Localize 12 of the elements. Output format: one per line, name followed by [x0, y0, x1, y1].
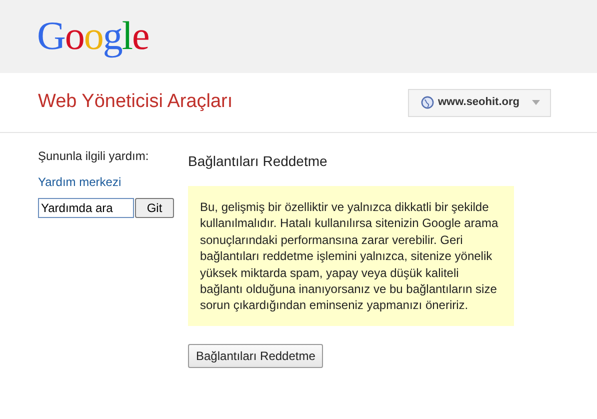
page-title: Web Yöneticisi Araçları [38, 90, 233, 114]
help-center-link[interactable]: Yardım merkezi [38, 173, 188, 191]
globe-icon [421, 96, 434, 109]
caret-icon [532, 100, 540, 105]
logo[interactable]: Google [37, 13, 149, 58]
help-search-field[interactable]: Yardımda ara [38, 198, 134, 218]
warning-message: Bu, gelişmiş bir özelliktir ve yalnızca dikkatli bir şekilde kullanılmalıdır. Hatalı kullanılırsa sitenizin Google arama sonuçlarındaki performansına zarar verebilir. Geri bağlantıları reddetme işlemini yalnızca, sitenize yönelik yüksek miktarda spam, yapay veya düşük kaliteli bağlantı olduğuna inanıyorsanız ve bu bağlantıların size sorun çıkardığından eminseniz yapmanızı öneririz. [188, 186, 514, 326]
section-heading: Bağlantıları Reddetme [188, 152, 328, 171]
disavow-button[interactable]: Bağlantıları Reddetme [188, 344, 324, 368]
site-selector[interactable]: www.seohit.org [408, 88, 551, 116]
help-heading: Şununla ilgili yardım: [38, 148, 150, 165]
go-button[interactable]: Git [135, 198, 174, 218]
